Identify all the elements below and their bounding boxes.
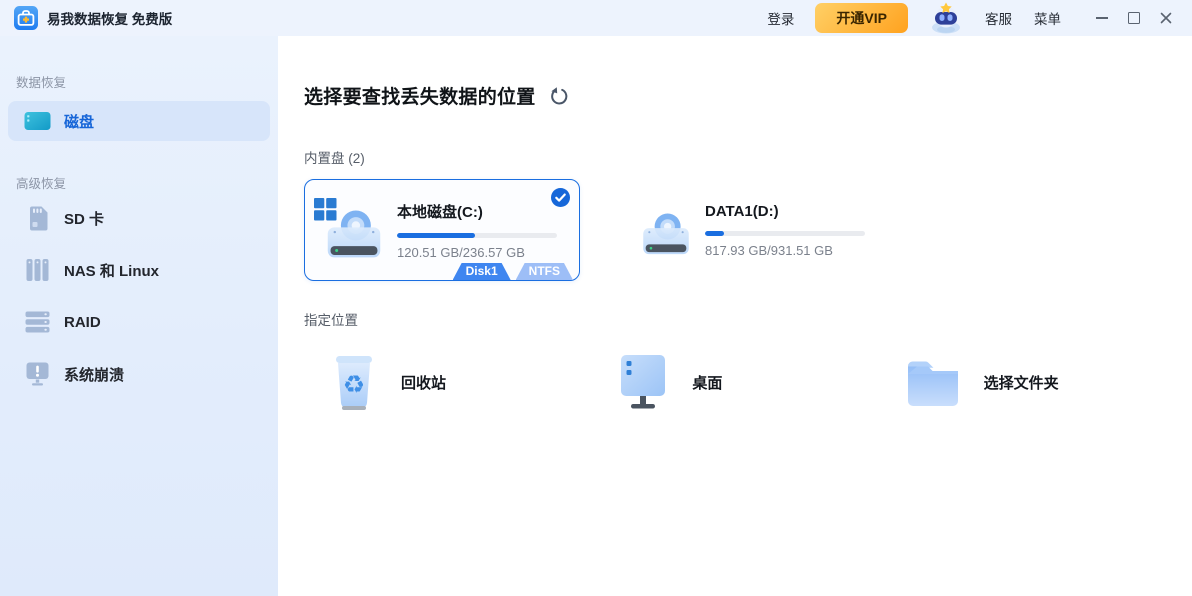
refresh-icon: [549, 87, 568, 106]
drive-c-capacity: 120.51 GB/236.57 GB: [397, 245, 557, 260]
location-label: 桌面: [692, 372, 722, 393]
sidebar-item-label: 磁盘: [64, 111, 94, 132]
sidebar-item-system-crash[interactable]: 系统崩溃: [0, 348, 278, 400]
drive-card-d[interactable]: DATA1(D:) 817.93 GB/931.51 GB: [620, 179, 896, 281]
drive-d-usage-bar: [705, 231, 865, 236]
recycle-bin-item[interactable]: ♻ 回收站: [330, 353, 617, 411]
drive-cards: 本地磁盘(C:) 120.51 GB/236.57 GB Disk1 NTFS: [304, 179, 1192, 281]
filesystem-badge: NTFS: [516, 263, 573, 280]
disk-icon: [24, 111, 51, 131]
location-label: 回收站: [401, 372, 446, 393]
window-controls: [1086, 3, 1182, 33]
close-icon: [1160, 12, 1172, 24]
drive-c-icon: [314, 196, 384, 264]
select-folder-item[interactable]: 选择文件夹: [905, 353, 1192, 411]
sidebar-item-label: NAS 和 Linux: [64, 260, 159, 281]
title-bar: 易我数据恢复 免费版 登录 开通VIP 客服 菜单: [0, 0, 1192, 36]
desktop-item[interactable]: 桌面: [617, 353, 904, 411]
drive-d-capacity: 817.93 GB/931.51 GB: [705, 243, 865, 258]
sidebar-item-nas-linux[interactable]: NAS 和 Linux: [0, 244, 278, 296]
windows-logo-icon: [314, 198, 337, 221]
drive-c-usage-fill: [397, 233, 475, 238]
sidebar-item-sd-card[interactable]: SD 卡: [0, 192, 278, 244]
specified-location-label: 指定位置: [304, 309, 1192, 329]
login-button[interactable]: 登录: [767, 8, 794, 28]
sidebar-item-label: RAID: [64, 314, 101, 331]
drive-c-badges: Disk1 NTFS: [453, 263, 573, 280]
drive-c-usage-bar: [397, 233, 557, 238]
drive-d-name: DATA1(D:): [705, 203, 865, 220]
page-title: 选择要查找丢失数据的位置: [304, 82, 536, 109]
sidebar-section-data-recovery: 数据恢复: [16, 36, 278, 91]
sidebar-item-label: 系统崩溃: [64, 364, 124, 385]
maximize-icon: [1128, 12, 1140, 24]
location-label: 选择文件夹: [984, 372, 1059, 393]
upgrade-vip-button[interactable]: 开通VIP: [815, 3, 908, 33]
minimize-button[interactable]: [1086, 3, 1118, 33]
assistant-mascot-icon[interactable]: [926, 2, 966, 34]
app-title: 易我数据恢复 免费版: [47, 8, 172, 28]
sd-card-icon: [24, 206, 51, 231]
drive-d-usage-fill: [705, 231, 724, 236]
location-shortcuts: ♻ 回收站 桌面: [304, 353, 1192, 411]
recycle-bin-icon: ♻: [330, 353, 378, 411]
refresh-button[interactable]: [549, 87, 568, 106]
nas-server-icon: [24, 258, 51, 282]
internal-drives-label: 内置盘 (2): [304, 147, 1192, 167]
selected-check-icon: [551, 188, 570, 207]
drive-d-icon: [636, 202, 692, 258]
sidebar-item-raid[interactable]: RAID: [0, 296, 278, 348]
sidebar-section-advanced-recovery: 高级恢复: [16, 173, 278, 192]
crashed-system-icon: [24, 362, 51, 386]
main-panel: 选择要查找丢失数据的位置 内置盘 (2): [278, 36, 1192, 596]
svg-text:♻: ♻: [343, 370, 365, 399]
close-button[interactable]: [1150, 3, 1182, 33]
drive-card-c[interactable]: 本地磁盘(C:) 120.51 GB/236.57 GB Disk1 NTFS: [304, 179, 580, 281]
drive-c-name: 本地磁盘(C:): [397, 201, 557, 222]
menu-button[interactable]: 菜单: [1034, 8, 1061, 28]
folder-icon: [905, 357, 961, 407]
raid-stack-icon: [24, 311, 51, 333]
desktop-icon: [617, 353, 669, 411]
app-logo-icon: [14, 6, 38, 30]
disk-number-badge: Disk1: [453, 263, 511, 280]
sidebar-item-label: SD 卡: [64, 208, 104, 229]
minimize-icon: [1096, 17, 1108, 19]
sidebar-item-disk[interactable]: 磁盘: [8, 101, 270, 141]
titlebar-actions: 登录 开通VIP 客服 菜单: [756, 2, 1182, 34]
sidebar: 数据恢复 磁盘 高级恢复 SD 卡: [0, 36, 278, 596]
support-button[interactable]: 客服: [985, 8, 1012, 28]
maximize-button[interactable]: [1118, 3, 1150, 33]
